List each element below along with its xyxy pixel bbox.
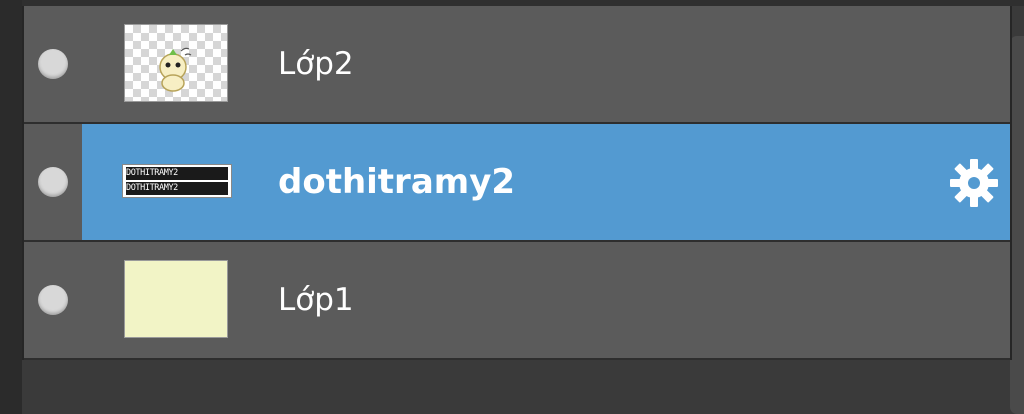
layer-row-dothitramy2[interactable]: DOTHITRAMY2 DOTHITRAMY2 dothitramy2	[24, 124, 1010, 242]
layer-row-lop2[interactable]: Lớp2	[24, 6, 1010, 124]
visibility-toggle[interactable]	[38, 49, 68, 79]
scrollbar[interactable]	[1010, 36, 1024, 414]
thumbnail-text-line: DOTHITRAMY2	[126, 182, 228, 195]
panel-left-gutter	[0, 0, 22, 414]
layer-thumbnail	[124, 24, 228, 102]
layer-name: Lớp1	[278, 282, 354, 318]
thumbnail-text-line: DOTHITRAMY2	[126, 167, 228, 180]
character-sticker-icon	[159, 47, 192, 92]
visibility-toggle[interactable]	[38, 285, 68, 315]
layers-panel: Lớp2 DOTHITRAMY2 DOTHITRAMY2 dothitramy2	[0, 0, 1024, 414]
layer-name: Lớp2	[278, 46, 354, 82]
layer-name: dothitramy2	[278, 162, 516, 202]
gear-icon[interactable]	[948, 157, 1000, 209]
layer-list: Lớp2 DOTHITRAMY2 DOTHITRAMY2 dothitramy2	[22, 6, 1012, 360]
visibility-toggle[interactable]	[38, 167, 68, 197]
layer-row-lop1[interactable]: Lớp1	[24, 242, 1010, 360]
layer-thumbnail: DOTHITRAMY2 DOTHITRAMY2	[122, 164, 232, 198]
layer-thumbnail	[124, 260, 228, 338]
